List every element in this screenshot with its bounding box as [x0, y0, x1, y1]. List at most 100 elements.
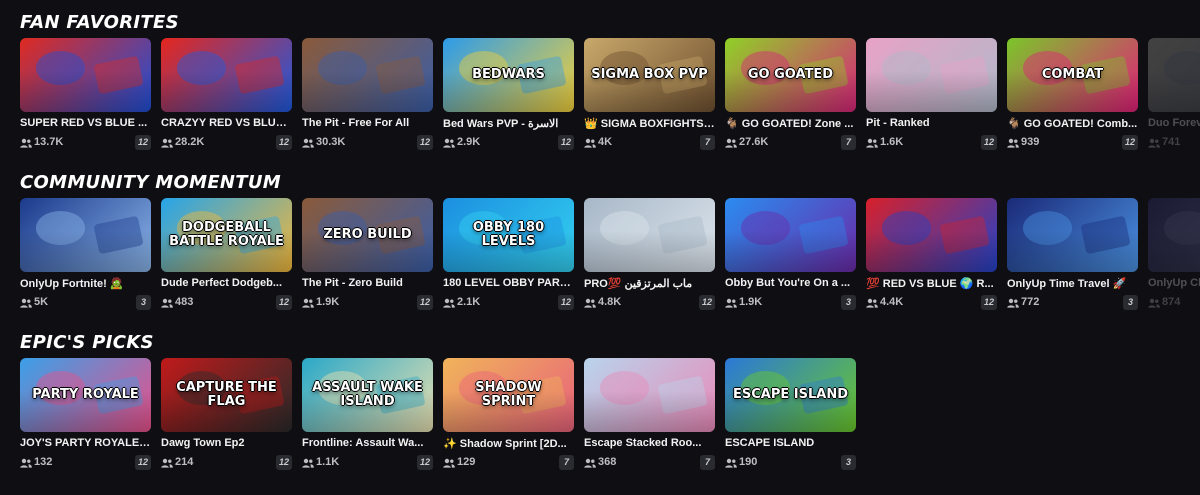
island-title[interactable]: Dude Perfect Dodgeb... [161, 277, 292, 289]
island-card[interactable]: Obby But You're On a ... 1.9K 3 [725, 198, 856, 328]
island-thumbnail[interactable] [1007, 198, 1138, 272]
island-title[interactable]: The Pit - Zero Build [302, 277, 433, 289]
island-thumbnail[interactable]: GO GOATED [725, 38, 856, 112]
island-title[interactable]: CRAZYY RED VS BLUE ... [161, 117, 292, 129]
island-card[interactable]: Duo Forev... 741 [1148, 38, 1200, 168]
island-thumbnail[interactable]: ESCAPE ISLAND [725, 358, 856, 432]
island-thumbnail[interactable] [161, 38, 292, 112]
island-thumbnail[interactable] [584, 198, 715, 272]
island-title[interactable]: The Pit - Free For All [302, 117, 433, 129]
island-thumbnail[interactable] [866, 38, 997, 112]
age-rating-badge: 12 [134, 135, 151, 150]
island-thumbnail[interactable]: ZERO BUILD [302, 198, 433, 272]
island-thumbnail[interactable] [1148, 198, 1200, 272]
island-card[interactable]: CRAZYY RED VS BLUE ... 28.2K 12 [161, 38, 292, 168]
age-rating-badge: 12 [1121, 135, 1138, 150]
island-meta: 129 7 [443, 455, 574, 472]
players-icon [20, 138, 32, 148]
island-title[interactable]: 👑 SIGMA BOXFIGHTS ... [584, 117, 715, 130]
island-title[interactable]: 🐐 GO GOATED! Zone ... [725, 117, 856, 130]
island-card[interactable]: GO GOATED 🐐 GO GOATED! Zone ... 27.6K 7 [725, 38, 856, 168]
players-icon [866, 138, 878, 148]
age-rating-badge: 12 [416, 455, 433, 470]
island-title[interactable]: OnlyUp Time Travel 🚀 [1007, 277, 1138, 290]
thumbnail-logo-text: SIGMA BOX PVP [591, 67, 708, 82]
island-title[interactable]: JOY'S PARTY ROYALE ... [20, 437, 151, 449]
island-card[interactable]: OnlyUp Time Travel 🚀 772 3 [1007, 198, 1138, 328]
island-card[interactable]: OnlyUp Fortnite! 🧟 5K 3 [20, 198, 151, 328]
island-title[interactable]: Bed Wars PVP - الاسرة [443, 117, 574, 130]
island-title[interactable]: ESCAPE ISLAND [725, 437, 856, 449]
island-thumbnail[interactable] [20, 198, 151, 272]
island-thumbnail[interactable]: DODGEBALL BATTLE ROYALE [161, 198, 292, 272]
island-title[interactable]: ✨ Shadow Sprint [2D... [443, 437, 574, 450]
age-rating-badge: 12 [275, 295, 292, 310]
island-card[interactable]: SUPER RED VS BLUE ... 13.7K 12 [20, 38, 151, 168]
players-icon [302, 138, 314, 148]
players-icon [20, 458, 32, 468]
island-card[interactable]: COMBAT 🐐 GO GOATED! Comb... 939 12 [1007, 38, 1138, 168]
players-icon [725, 138, 737, 148]
players-icon [20, 298, 32, 308]
island-card[interactable]: The Pit - Free For All 30.3K 12 [302, 38, 433, 168]
island-card[interactable]: OBBY 180 LEVELS 180 LEVEL OBBY PARK... 2.1… [443, 198, 574, 328]
island-thumbnail[interactable] [302, 38, 433, 112]
island-card[interactable]: Escape Stacked Roo... 368 7 [584, 358, 715, 488]
island-card[interactable]: SIGMA BOX PVP 👑 SIGMA BOXFIGHTS ... 4K 7 [584, 38, 715, 168]
players-icon [1007, 298, 1019, 308]
island-card[interactable]: Pit - Ranked 1.6K 12 [866, 38, 997, 168]
island-meta: 368 7 [584, 455, 715, 472]
thumbnail-logo-text: SHADOW SPRINT [475, 380, 542, 409]
player-count: 214 [175, 456, 194, 468]
island-thumbnail[interactable] [866, 198, 997, 272]
island-thumbnail[interactable]: PARTY ROYALE [20, 358, 151, 432]
island-card[interactable]: ESCAPE ISLAND ESCAPE ISLAND 190 3 [725, 358, 856, 488]
island-thumbnail[interactable]: CAPTURE THE FLAG [161, 358, 292, 432]
island-thumbnail[interactable]: OBBY 180 LEVELS [443, 198, 574, 272]
island-title[interactable]: Pit - Ranked [866, 117, 997, 129]
player-count: 2.9K [457, 136, 481, 148]
island-thumbnail[interactable]: COMBAT [1007, 38, 1138, 112]
thumbnail-logo-text: ASSAULT WAKE ISLAND [312, 380, 423, 409]
island-card[interactable]: OnlyUp Ch... 874 [1148, 198, 1200, 328]
island-title[interactable]: 🐐 GO GOATED! Comb... [1007, 117, 1138, 130]
island-thumbnail[interactable] [1148, 38, 1200, 112]
island-thumbnail[interactable] [584, 358, 715, 432]
island-title[interactable]: Frontline: Assault Wa... [302, 437, 433, 449]
island-title[interactable]: OnlyUp Fortnite! 🧟 [20, 277, 151, 290]
players-icon [443, 458, 455, 468]
island-thumbnail[interactable]: SIGMA BOX PVP [584, 38, 715, 112]
thumbnail-shade [20, 231, 151, 272]
island-title[interactable]: PRO💯 ماب المرتزقين [584, 277, 715, 290]
island-meta: 1.6K 12 [866, 135, 997, 152]
island-card[interactable]: DODGEBALL BATTLE ROYALE Dude Perfect Dodg… [161, 198, 292, 328]
island-card[interactable]: PRO💯 ماب المرتزقين 4.8K 12 [584, 198, 715, 328]
island-title[interactable]: Escape Stacked Roo... [584, 437, 715, 449]
island-card[interactable]: ZERO BUILD The Pit - Zero Build 1.9K 12 [302, 198, 433, 328]
island-title[interactable]: Duo Forev... [1148, 117, 1200, 129]
island-card[interactable]: SHADOW SPRINT ✨ Shadow Sprint [2D... 129 7 [443, 358, 574, 488]
island-title[interactable]: 180 LEVEL OBBY PARK... [443, 277, 574, 289]
age-rating-badge: 12 [980, 135, 997, 150]
island-title[interactable]: 💯 RED VS BLUE 🌍 R... [866, 277, 997, 290]
players-icon [443, 298, 455, 308]
island-meta: 939 12 [1007, 135, 1138, 152]
island-card[interactable]: ASSAULT WAKE ISLAND Frontline: Assault Wa… [302, 358, 433, 488]
island-thumbnail[interactable]: BEDWARS [443, 38, 574, 112]
age-rating-badge: 3 [841, 295, 856, 310]
island-thumbnail[interactable]: ASSAULT WAKE ISLAND [302, 358, 433, 432]
card-row: PARTY ROYALE JOY'S PARTY ROYALE ... 132 12 C… [0, 358, 1200, 488]
island-card[interactable]: PARTY ROYALE JOY'S PARTY ROYALE ... 132 12 [20, 358, 151, 488]
island-card[interactable]: CAPTURE THE FLAG Dawg Town Ep2 214 12 [161, 358, 292, 488]
island-title[interactable]: SUPER RED VS BLUE ... [20, 117, 151, 129]
island-thumbnail[interactable] [725, 198, 856, 272]
island-title[interactable]: Dawg Town Ep2 [161, 437, 292, 449]
age-rating-badge: 7 [841, 135, 856, 150]
age-rating-badge: 12 [557, 295, 574, 310]
island-title[interactable]: OnlyUp Ch... [1148, 277, 1200, 289]
island-thumbnail[interactable]: SHADOW SPRINT [443, 358, 574, 432]
island-thumbnail[interactable] [20, 38, 151, 112]
island-title[interactable]: Obby But You're On a ... [725, 277, 856, 289]
island-card[interactable]: BEDWARS Bed Wars PVP - الاسرة 2.9K 12 [443, 38, 574, 168]
island-card[interactable]: 💯 RED VS BLUE 🌍 R... 4.4K 12 [866, 198, 997, 328]
